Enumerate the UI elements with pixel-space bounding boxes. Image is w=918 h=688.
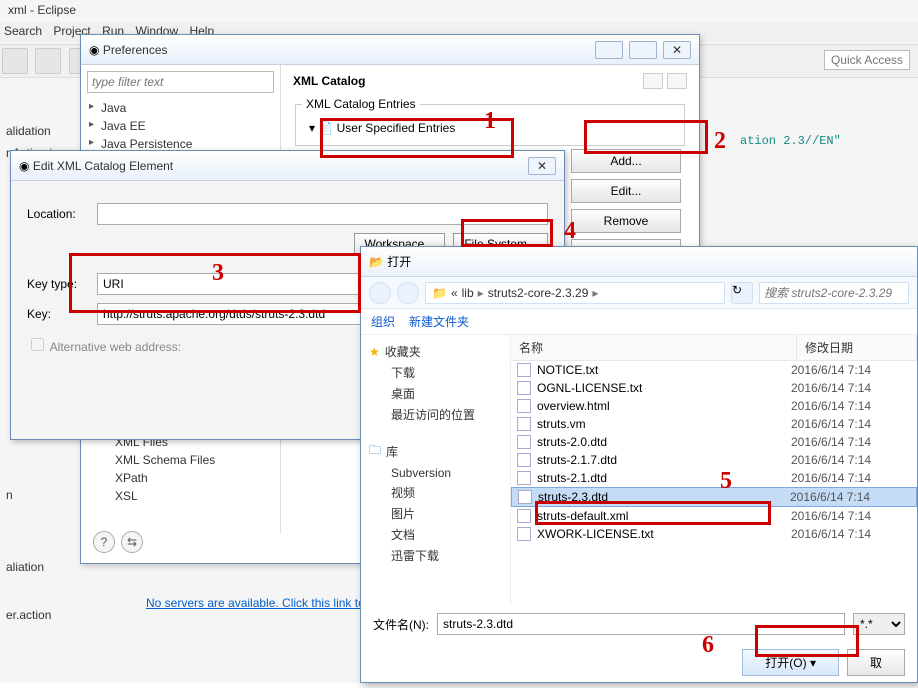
sidebar-subversion[interactable]: Subversion bbox=[365, 464, 506, 482]
preferences-title: Preferences bbox=[103, 43, 595, 57]
filetype-select[interactable]: *.* bbox=[853, 613, 905, 635]
file-row[interactable]: OGNL-LICENSE.txt2016/6/14 7:14 bbox=[511, 379, 917, 397]
help-button[interactable]: ? bbox=[93, 531, 115, 553]
nav-forward-button[interactable] bbox=[397, 282, 419, 304]
import-export-button[interactable]: ⇆ bbox=[121, 531, 143, 553]
section-title: XML Catalog bbox=[293, 74, 365, 88]
file-row[interactable]: struts-2.1.7.dtd2016/6/14 7:14 bbox=[511, 451, 917, 469]
sidebar-downloads[interactable]: 下载 bbox=[365, 362, 506, 383]
open-dialog-title: 打开 bbox=[387, 253, 411, 270]
file-icon bbox=[517, 527, 531, 541]
library-icon: 🗀 bbox=[369, 441, 381, 462]
tree-xml-schema[interactable]: XML Schema Files bbox=[87, 451, 274, 469]
sidebar-documents[interactable]: 文档 bbox=[365, 524, 506, 545]
nav-back-button[interactable] bbox=[369, 282, 391, 304]
sidebar-xunlei[interactable]: 迅雷下载 bbox=[365, 545, 506, 566]
file-icon bbox=[517, 417, 531, 431]
sidebar-recent[interactable]: 最近访问的位置 bbox=[365, 404, 506, 425]
add-button[interactable]: Add... bbox=[571, 149, 681, 173]
file-list[interactable]: 名称 修改日期 NOTICE.txt2016/6/14 7:14OGNL-LIC… bbox=[511, 335, 917, 605]
forward-button[interactable] bbox=[667, 73, 687, 89]
filename-label: 文件名(N): bbox=[373, 616, 429, 633]
toolbar-btn[interactable] bbox=[2, 48, 28, 74]
search-input[interactable] bbox=[759, 282, 909, 304]
file-icon bbox=[517, 509, 531, 523]
preferences-titlebar: ◉ Preferences ✕ bbox=[81, 35, 699, 65]
col-name[interactable]: 名称 bbox=[511, 335, 797, 360]
location-label: Location: bbox=[27, 207, 97, 221]
filter-input[interactable] bbox=[87, 71, 274, 93]
open-dialog-nav: 📁 « lib▸ struts2-core-2.3.29▸ ↻ bbox=[361, 277, 917, 309]
file-row[interactable]: struts.vm2016/6/14 7:14 bbox=[511, 415, 917, 433]
cancel-button[interactable]: 取 bbox=[847, 649, 905, 676]
keytype-label: Key type: bbox=[27, 277, 97, 291]
back-button[interactable] bbox=[643, 73, 663, 89]
file-icon bbox=[517, 435, 531, 449]
organize-menu[interactable]: 组织 bbox=[371, 313, 395, 330]
edit-dialog-title: Edit XML Catalog Element bbox=[33, 159, 528, 173]
entries-legend: XML Catalog Entries bbox=[302, 97, 420, 111]
file-row[interactable]: NOTICE.txt2016/6/14 7:14 bbox=[511, 361, 917, 379]
folder-icon: 📁 bbox=[432, 286, 447, 300]
folder-icon: 📂 bbox=[369, 255, 384, 269]
close-button[interactable]: ✕ bbox=[663, 41, 691, 59]
eclipse-title: xml - Eclipse bbox=[8, 3, 76, 17]
file-row[interactable]: struts-2.3.dtd2016/6/14 7:14 bbox=[511, 487, 917, 507]
file-row[interactable]: overview.html2016/6/14 7:14 bbox=[511, 397, 917, 415]
remove-button[interactable]: Remove bbox=[571, 209, 681, 233]
sidebar-pictures[interactable]: 图片 bbox=[365, 503, 506, 524]
tree-javaee[interactable]: Java EE bbox=[87, 117, 274, 135]
file-icon bbox=[518, 490, 532, 504]
file-open-dialog: 📂 打开 📁 « lib▸ struts2-core-2.3.29▸ ↻ 组织 … bbox=[360, 246, 918, 683]
libraries-header[interactable]: 🗀库 bbox=[365, 439, 506, 464]
file-row[interactable]: struts-default.xml2016/6/14 7:14 bbox=[511, 507, 917, 525]
close-button[interactable]: ✕ bbox=[528, 157, 556, 175]
newfolder-button[interactable]: 新建文件夹 bbox=[409, 313, 469, 330]
open-dialog-titlebar: 📂 打开 bbox=[361, 247, 917, 277]
user-specified-entries[interactable]: ▾ 📄 User Specified Entries bbox=[302, 117, 678, 139]
open-dialog-footer: 文件名(N): *.* bbox=[361, 605, 917, 643]
file-icon bbox=[517, 453, 531, 467]
eclipse-icon: ◉ bbox=[89, 43, 99, 57]
location-input[interactable] bbox=[97, 203, 548, 225]
tree-java[interactable]: Java bbox=[87, 99, 274, 117]
editor-text: ation 2.3//EN" bbox=[740, 134, 841, 148]
file-icon bbox=[517, 471, 531, 485]
file-row[interactable]: struts-2.1.dtd2016/6/14 7:14 bbox=[511, 469, 917, 487]
eclipse-icon: ◉ bbox=[19, 159, 29, 173]
edit-button[interactable]: Edit... bbox=[571, 179, 681, 203]
edit-dialog-titlebar: ◉ Edit XML Catalog Element ✕ bbox=[11, 151, 564, 181]
refresh-button[interactable]: ↻ bbox=[731, 282, 753, 304]
filename-input[interactable] bbox=[437, 613, 845, 635]
col-date[interactable]: 修改日期 bbox=[797, 335, 917, 360]
open-dialog-sidebar: ★收藏夹 下载 桌面 最近访问的位置 🗀库 Subversion 视频 图片 文… bbox=[361, 335, 511, 605]
open-dialog-toolbar: 组织 新建文件夹 bbox=[361, 309, 917, 335]
breadcrumb[interactable]: 📁 « lib▸ struts2-core-2.3.29▸ bbox=[425, 282, 725, 304]
maximize-button[interactable] bbox=[629, 41, 657, 59]
file-icon bbox=[517, 363, 531, 377]
sidebar-desktop[interactable]: 桌面 bbox=[365, 383, 506, 404]
file-row[interactable]: XWORK-LICENSE.txt2016/6/14 7:14 bbox=[511, 525, 917, 543]
favorites-header[interactable]: ★收藏夹 bbox=[365, 341, 506, 362]
minimize-button[interactable] bbox=[595, 41, 623, 59]
key-label: Key: bbox=[27, 307, 97, 321]
tree-xpath[interactable]: XPath bbox=[87, 469, 274, 487]
open-button[interactable]: 打开(O) ▾ bbox=[742, 649, 839, 676]
xml-catalog-entries-group: XML Catalog Entries ▾ 📄 User Specified E… bbox=[295, 97, 685, 146]
star-icon: ★ bbox=[369, 345, 380, 359]
file-list-header[interactable]: 名称 修改日期 bbox=[511, 335, 917, 361]
toolbar-btn[interactable] bbox=[35, 48, 61, 74]
sidebar-videos[interactable]: 视频 bbox=[365, 482, 506, 503]
tree-xsl[interactable]: XSL bbox=[87, 487, 274, 505]
menu-search[interactable]: Search bbox=[4, 24, 42, 38]
file-icon bbox=[517, 381, 531, 395]
file-icon bbox=[517, 399, 531, 413]
no-servers-link[interactable]: No servers are available. Click this lin… bbox=[146, 596, 391, 610]
file-row[interactable]: struts-2.0.dtd2016/6/14 7:14 bbox=[511, 433, 917, 451]
quick-access[interactable]: Quick Access bbox=[824, 50, 910, 70]
